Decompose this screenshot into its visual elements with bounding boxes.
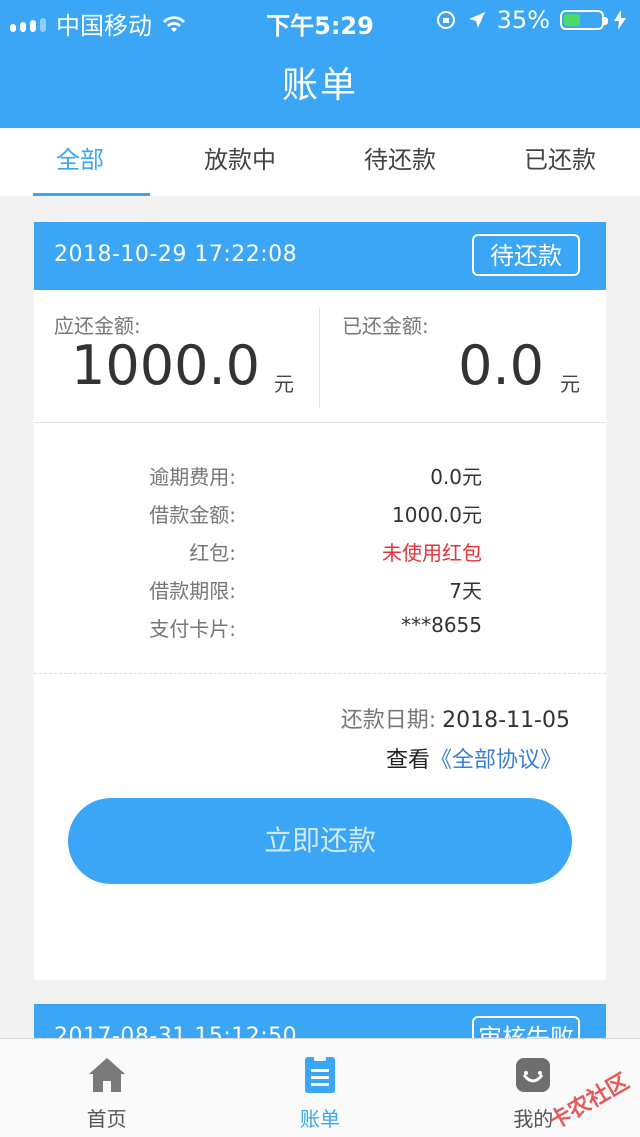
detail-label: 借款金额: bbox=[149, 503, 236, 527]
repay-date-value: 2018-11-05 bbox=[442, 708, 570, 733]
bill-card: 2018-10-29 17:22:08 待还款 应还金额: 1000.0 元 已… bbox=[34, 222, 606, 980]
header-bar: 中国移动 下午5:29 35% 账单 bbox=[0, 0, 640, 128]
location-icon bbox=[468, 12, 485, 28]
bill-status-badge: 待还款 bbox=[472, 234, 580, 276]
bottom-tab-label: 账单 bbox=[299, 1107, 340, 1131]
agreements-link[interactable]: 《全部协议》 bbox=[430, 748, 562, 773]
home-icon bbox=[88, 1058, 125, 1092]
page-title: 账单 bbox=[281, 65, 358, 106]
paid-amount-value: 0.0 bbox=[458, 334, 544, 397]
repay-date-label: 还款日期: bbox=[340, 708, 437, 733]
detail-row-loan-term: 借款期限: 7天 bbox=[34, 575, 606, 611]
bill-date: 2018-10-29 17:22:08 bbox=[54, 242, 298, 267]
battery-percent: 35% bbox=[496, 6, 550, 34]
paid-amount-label: 已还金额: bbox=[342, 314, 429, 338]
tab-all[interactable]: 全部 bbox=[0, 128, 160, 196]
bottom-nav: 首页 账单 我的 bbox=[0, 1038, 640, 1137]
view-label: 查看 bbox=[385, 748, 430, 773]
tab-disbursing[interactable]: 放款中 bbox=[160, 128, 320, 196]
due-amount-value: 1000.0 bbox=[71, 334, 260, 397]
detail-label: 逾期费用: bbox=[149, 465, 236, 489]
bottom-tab-home[interactable]: 首页 bbox=[0, 1039, 213, 1137]
tab-pending-repayment[interactable]: 待还款 bbox=[320, 128, 480, 196]
bill-details: 逾期费用: 0.0元 借款金额: 1000.0元 红包: 未使用红包 借款期限:… bbox=[34, 423, 606, 674]
detail-row-loan-amount: 借款金额: 1000.0元 bbox=[34, 499, 606, 535]
detail-value: 7天 bbox=[449, 579, 482, 603]
amounts-section: 应还金额: 1000.0 元 已还金额: 0.0 元 bbox=[34, 290, 606, 423]
red-packet-link[interactable]: 未使用红包 bbox=[382, 537, 482, 566]
charging-icon bbox=[614, 10, 626, 30]
detail-row-payment-card: 支付卡片: ***8655 bbox=[34, 613, 606, 649]
repay-date-row: 还款日期: 2018-11-05 bbox=[341, 702, 570, 734]
filter-tabs: 全部 放款中 待还款 已还款 bbox=[0, 128, 640, 196]
bill-icon bbox=[304, 1055, 335, 1093]
detail-label: 借款期限: bbox=[149, 579, 236, 603]
battery-icon bbox=[560, 10, 608, 30]
detail-value: 0.0元 bbox=[430, 465, 482, 489]
profile-icon bbox=[516, 1058, 551, 1092]
paid-amount-block: 已还金额: 0.0 元 bbox=[320, 290, 606, 422]
detail-row-overdue-fee: 逾期费用: 0.0元 bbox=[34, 461, 606, 497]
status-right: 35% bbox=[435, 6, 626, 34]
repay-info: 还款日期: 2018-11-05 查看《全部协议》 bbox=[34, 700, 606, 780]
status-bar: 中国移动 下午5:29 35% bbox=[0, 0, 640, 40]
detail-value: ***8655 bbox=[401, 613, 482, 637]
detail-row-red-packet: 红包: 未使用红包 bbox=[34, 537, 606, 573]
paid-amount-unit: 元 bbox=[560, 372, 580, 396]
detail-label: 支付卡片: bbox=[149, 617, 236, 641]
detail-value: 1000.0元 bbox=[392, 503, 482, 527]
repay-now-button[interactable]: 立即还款 bbox=[68, 798, 572, 884]
bottom-tab-label: 我的 bbox=[513, 1107, 554, 1131]
detail-label: 红包: bbox=[189, 541, 236, 565]
bottom-tab-label: 首页 bbox=[86, 1107, 127, 1131]
due-amount-unit: 元 bbox=[274, 372, 294, 396]
bill-card-header: 2018-10-29 17:22:08 待还款 bbox=[34, 222, 606, 290]
agreements-row: 查看《全部协议》 bbox=[386, 742, 562, 774]
due-amount-block: 应还金额: 1000.0 元 bbox=[34, 290, 320, 422]
rotation-lock-icon bbox=[436, 11, 455, 29]
tab-repaid[interactable]: 已还款 bbox=[480, 128, 640, 196]
bottom-tab-bill[interactable]: 账单 bbox=[213, 1039, 426, 1137]
